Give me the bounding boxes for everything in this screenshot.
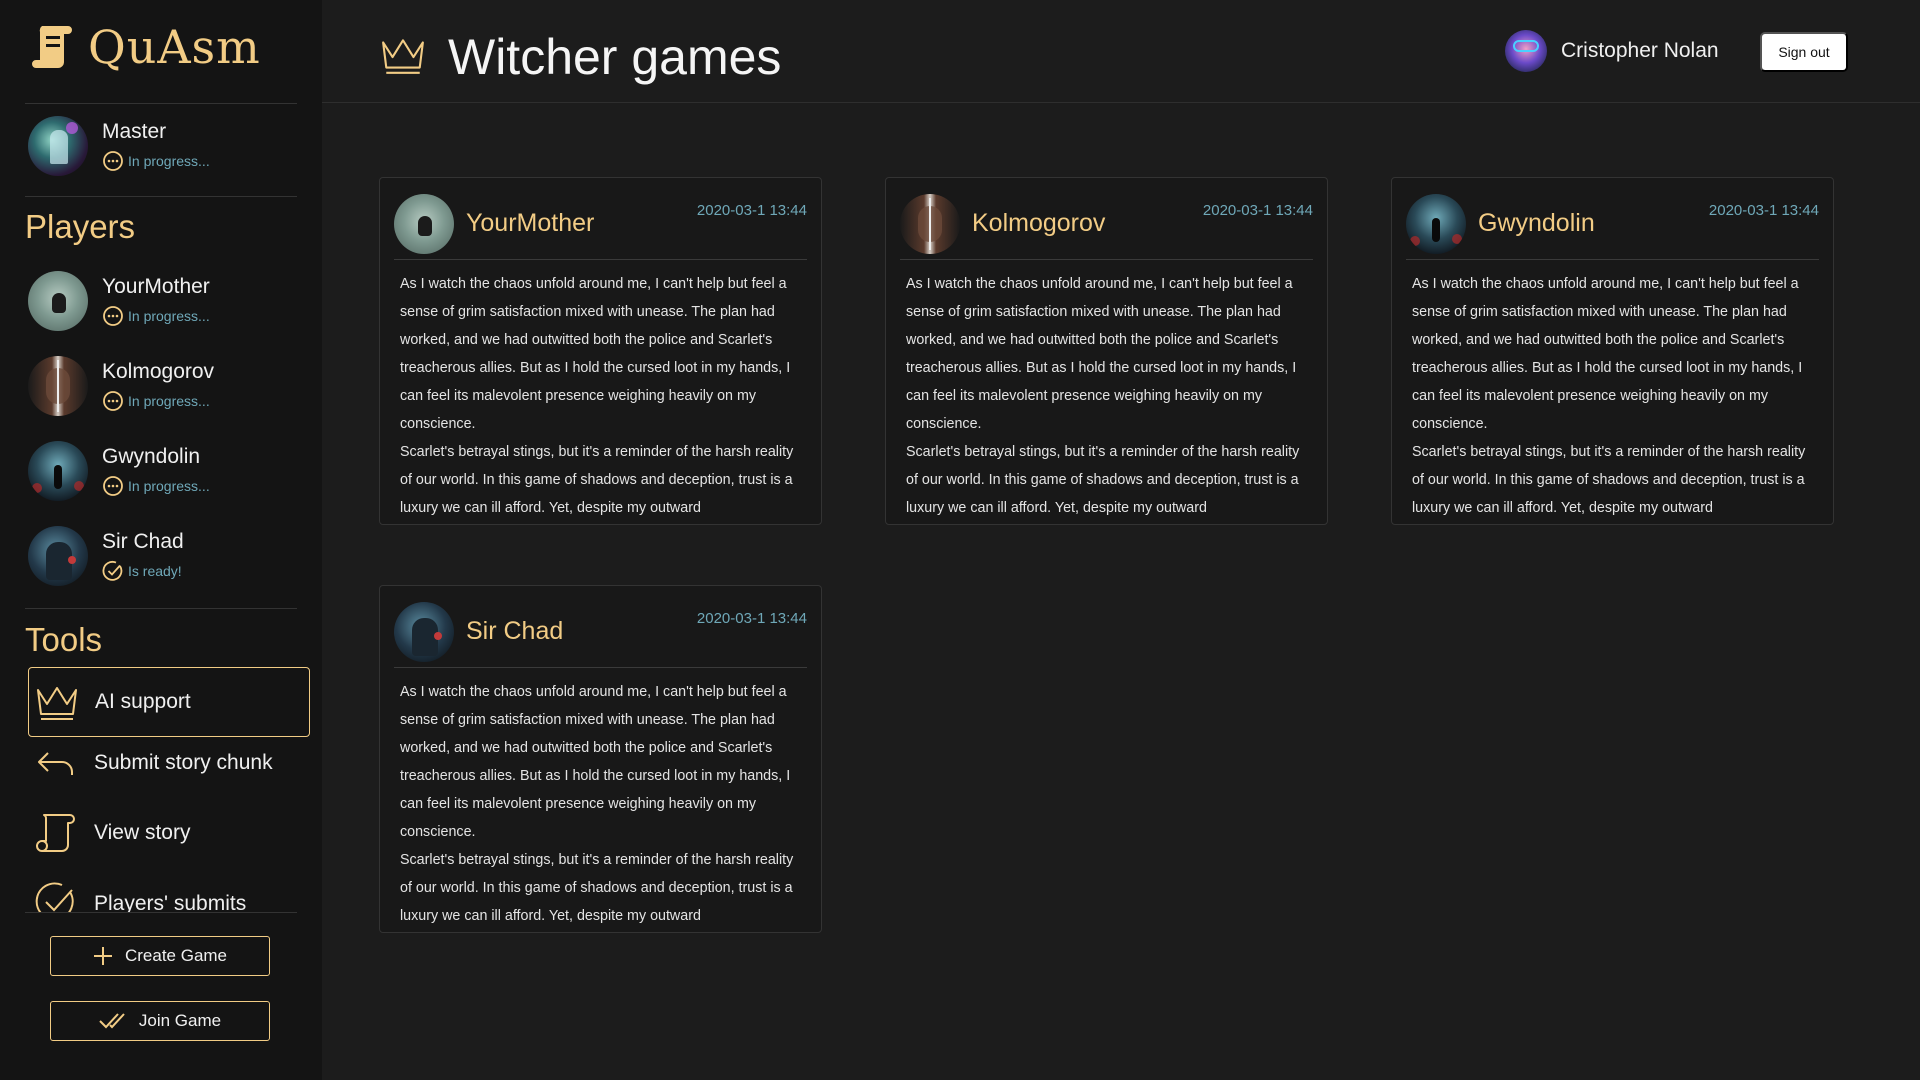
logo[interactable]: QuAsm — [30, 20, 261, 74]
logo-text: QuAsm — [88, 20, 261, 74]
card-header: YourMother 2020-03-1 13:44 — [394, 188, 807, 260]
player-row-kolmogorov[interactable]: Kolmogorov In progress... — [28, 356, 214, 416]
avatar — [1505, 30, 1547, 72]
player-status-text: In progress... — [128, 308, 210, 324]
card-paragraph: Scarlet's betrayal stings, but it's a re… — [400, 444, 794, 516]
master-name: Master — [102, 120, 167, 143]
card-text: As I watch the chaos unfold around me, I… — [1412, 270, 1819, 522]
player-avatar — [28, 441, 88, 501]
player-row-sir-chad[interactable]: Sir Chad Is ready! — [28, 526, 184, 586]
tool-ai-support[interactable]: AI support — [28, 667, 310, 737]
plus-icon — [93, 947, 112, 965]
divider — [25, 103, 297, 104]
join-game-label: Join Game — [138, 1011, 222, 1030]
player-status: In progress... — [102, 475, 210, 497]
card-paragraph: As I watch the chaos unfold around me, I… — [906, 276, 1297, 432]
master-avatar — [28, 116, 88, 176]
tool-submit-story-chunk[interactable]: Submit story chunk — [28, 728, 310, 798]
player-avatar — [394, 193, 454, 254]
card-player-name: YourMother — [466, 209, 595, 237]
card-timestamp: 2020-03-1 13:44 — [696, 202, 807, 219]
submission-card[interactable]: Sir Chad 2020-03-1 13:44 As I watch the … — [379, 585, 822, 933]
sidebar: QuAsm Master In progress... Players Your… — [0, 0, 322, 1080]
tool-label: View story — [94, 821, 191, 844]
card-header: Gwyndolin 2020-03-1 13:44 — [1406, 188, 1819, 260]
submission-card[interactable]: Kolmogorov 2020-03-1 13:44 As I watch th… — [885, 177, 1328, 525]
player-status: In progress... — [102, 390, 214, 412]
card-text: As I watch the chaos unfold around me, I… — [906, 270, 1313, 522]
in-progress-icon — [103, 306, 123, 326]
master-status: In progress... — [102, 150, 210, 172]
create-game-label: Create Game — [124, 946, 228, 965]
reply-arrow-icon — [32, 739, 80, 787]
create-game-button[interactable]: Create Game — [50, 936, 270, 976]
player-avatar — [900, 193, 960, 254]
header: Witcher games Cristopher Nolan Sign out — [322, 0, 1920, 103]
card-player-name: Sir Chad — [466, 617, 564, 645]
player-status-text: In progress... — [128, 393, 210, 409]
player-name: Gwyndolin — [102, 445, 201, 468]
card-header: Sir Chad 2020-03-1 13:44 — [394, 596, 807, 668]
submission-card[interactable]: Gwyndolin 2020-03-1 13:44 As I watch the… — [1391, 177, 1834, 525]
crown-icon — [33, 678, 81, 726]
card-paragraph: Scarlet's betrayal stings, but it's a re… — [906, 444, 1300, 516]
player-status: In progress... — [102, 305, 210, 327]
player-avatar — [28, 271, 88, 331]
player-avatar — [28, 356, 88, 416]
double-check-icon — [99, 1013, 125, 1029]
in-progress-icon — [103, 476, 123, 496]
card-text: As I watch the chaos unfold around me, I… — [400, 270, 807, 522]
player-status-text: Is ready! — [128, 563, 182, 579]
card-paragraph: As I watch the chaos unfold around me, I… — [1412, 276, 1803, 432]
card-paragraph: Scarlet's betrayal stings, but it's a re… — [1412, 444, 1806, 516]
card-text: As I watch the chaos unfold around me, I… — [400, 678, 807, 930]
card-paragraph: As I watch the chaos unfold around me, I… — [400, 684, 791, 840]
crown-icon — [380, 34, 426, 81]
scroll-icon — [32, 809, 80, 857]
page-title-text: Witcher games — [448, 29, 782, 85]
check-circle-icon — [32, 878, 80, 912]
tool-label: AI support — [95, 690, 191, 713]
players-title: Players — [25, 208, 136, 245]
card-timestamp: 2020-03-1 13:44 — [1708, 202, 1819, 219]
card-player-name: Kolmogorov — [972, 209, 1106, 237]
card-paragraph: Scarlet's betrayal stings, but it's a re… — [400, 852, 794, 924]
tool-label: Players' submits — [94, 892, 247, 912]
card-paragraph: As I watch the chaos unfold around me, I… — [400, 276, 791, 432]
submission-card[interactable]: YourMother 2020-03-1 13:44 As I watch th… — [379, 177, 822, 525]
tools-title: Tools — [25, 621, 103, 658]
player-row-gwyndolin[interactable]: Gwyndolin In progress... — [28, 441, 210, 501]
tool-players-submits[interactable]: Players' submits — [28, 868, 310, 912]
tool-label: Submit story chunk — [94, 751, 273, 774]
sign-out-button[interactable]: Sign out — [1760, 32, 1848, 72]
player-avatar — [1406, 193, 1466, 254]
player-row-yourmother[interactable]: YourMother In progress... — [28, 271, 210, 331]
player-name: Kolmogorov — [102, 360, 215, 383]
check-circle-icon — [102, 561, 123, 581]
card-timestamp: 2020-03-1 13:44 — [1202, 202, 1313, 219]
tool-view-story[interactable]: View story — [28, 798, 310, 868]
join-game-button[interactable]: Join Game — [50, 1001, 270, 1041]
player-avatar — [28, 526, 88, 586]
player-name: Sir Chad — [102, 530, 184, 553]
card-timestamp: 2020-03-1 13:44 — [696, 610, 807, 627]
user-name: Cristopher Nolan — [1561, 39, 1719, 62]
player-name: YourMother — [102, 275, 210, 298]
divider — [25, 196, 297, 197]
master-status-text: In progress... — [128, 153, 210, 169]
card-player-name: Gwyndolin — [1478, 209, 1595, 237]
user-profile[interactable]: Cristopher Nolan — [1505, 30, 1719, 72]
scroll-logo-icon — [30, 22, 74, 72]
app-root: QuAsm Master In progress... Players Your… — [0, 0, 1920, 1080]
player-status-text: In progress... — [128, 478, 210, 494]
in-progress-icon — [103, 391, 123, 411]
master-row[interactable]: Master In progress... — [28, 116, 210, 176]
player-status: Is ready! — [102, 560, 184, 582]
player-avatar — [394, 601, 454, 662]
in-progress-icon — [103, 151, 123, 171]
card-header: Kolmogorov 2020-03-1 13:44 — [900, 188, 1313, 260]
divider — [25, 608, 297, 609]
divider — [25, 912, 297, 913]
page-title: Witcher games — [380, 28, 781, 86]
